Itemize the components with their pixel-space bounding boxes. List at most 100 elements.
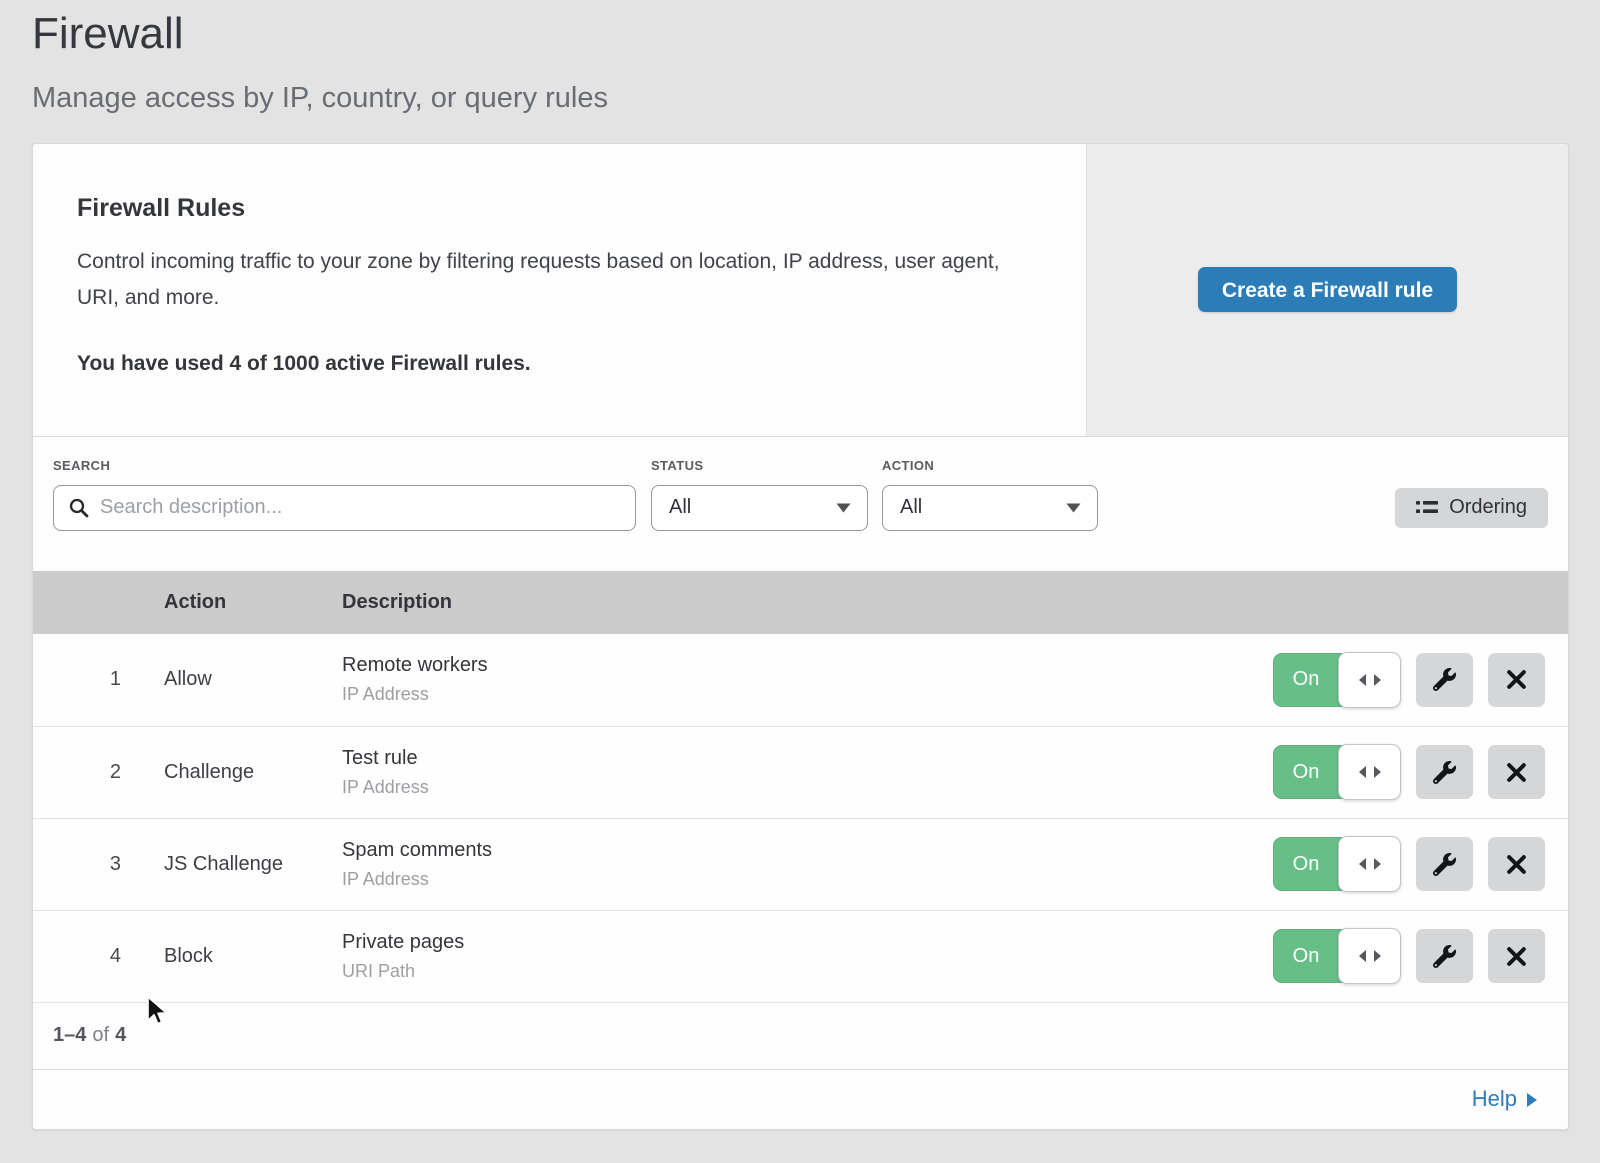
firewall-rules-card: Firewall Rules Control incoming traffic …	[32, 143, 1569, 1130]
rule-description: Private pages	[342, 931, 1248, 954]
table-row: 1 Allow Remote workers IP Address On	[33, 634, 1568, 726]
page-title: Firewall	[32, 8, 1570, 60]
search-filter-group: SEARCH	[53, 458, 636, 531]
rule-controls: On	[1248, 745, 1568, 799]
toggle-on-label: On	[1273, 837, 1339, 891]
search-label: SEARCH	[53, 458, 636, 473]
rule-action: Challenge	[164, 761, 342, 784]
toggle-on-label: On	[1273, 929, 1339, 983]
edit-rule-button[interactable]	[1416, 929, 1473, 983]
rule-priority: 4	[33, 945, 164, 968]
page-subtitle: Manage access by IP, country, or query r…	[32, 82, 1570, 115]
rule-action: JS Challenge	[164, 853, 342, 876]
rule-field: IP Address	[342, 684, 1248, 705]
toggle-arrows-icon	[1356, 949, 1384, 963]
rules-usage-count: You have used 4 of 1000 active Firewall …	[77, 352, 1026, 376]
rules-description: Control incoming traffic to your zone by…	[77, 244, 1022, 316]
rule-controls: On	[1248, 929, 1568, 983]
status-select[interactable]: All	[651, 485, 868, 531]
toggle-on-label: On	[1273, 653, 1339, 707]
rule-controls: On	[1248, 837, 1568, 891]
pagination-of: of	[92, 1024, 109, 1047]
rule-description: Spam comments	[342, 839, 1248, 862]
help-link-label: Help	[1472, 1086, 1517, 1112]
rule-description: Test rule	[342, 747, 1248, 770]
rule-description-cell: Test rule IP Address	[342, 747, 1248, 798]
rule-controls: On	[1248, 653, 1568, 707]
rule-action: Block	[164, 945, 342, 968]
create-firewall-rule-button[interactable]: Create a Firewall rule	[1198, 267, 1457, 312]
rule-description: Remote workers	[342, 654, 1248, 677]
create-rule-panel: Create a Firewall rule	[1086, 144, 1568, 436]
search-box	[53, 485, 636, 531]
rule-priority: 2	[33, 761, 164, 784]
pagination-range: 1–4	[53, 1024, 86, 1047]
description-column-header: Description	[342, 591, 1248, 614]
delete-rule-button[interactable]	[1488, 745, 1545, 799]
wrench-icon	[1433, 761, 1456, 784]
wrench-icon	[1433, 668, 1456, 691]
table-row: 2 Challenge Test rule IP Address On	[33, 726, 1568, 818]
table-row: 3 JS Challenge Spam comments IP Address …	[33, 818, 1568, 910]
rule-priority: 1	[33, 668, 164, 691]
rule-field: IP Address	[342, 777, 1248, 798]
card-footer: Help	[33, 1070, 1568, 1129]
toggle-arrows-icon	[1356, 857, 1384, 871]
ordered-list-icon	[1416, 499, 1438, 516]
rules-heading: Firewall Rules	[77, 194, 1026, 223]
edit-rule-button[interactable]	[1416, 837, 1473, 891]
chevron-down-icon	[836, 503, 851, 513]
firewall-page: Firewall Manage access by IP, country, o…	[0, 0, 1600, 1130]
toggle-handle	[1338, 836, 1401, 892]
rule-description-cell: Private pages URI Path	[342, 931, 1248, 982]
edit-rule-button[interactable]	[1416, 745, 1473, 799]
search-input[interactable]	[53, 485, 636, 531]
action-select[interactable]: All	[882, 485, 1098, 531]
toggle-arrows-icon	[1356, 765, 1384, 779]
chevron-down-icon	[1066, 503, 1081, 513]
status-select-value: All	[669, 496, 691, 519]
table-header: Action Description	[33, 571, 1568, 634]
delete-rule-button[interactable]	[1488, 837, 1545, 891]
filters-bar: SEARCH STATUS All	[33, 437, 1568, 571]
wrench-icon	[1433, 945, 1456, 968]
close-icon	[1506, 946, 1527, 967]
close-icon	[1506, 762, 1527, 783]
rule-description-cell: Remote workers IP Address	[342, 654, 1248, 705]
delete-rule-button[interactable]	[1488, 653, 1545, 707]
pagination-total: 4	[115, 1024, 126, 1047]
toggle-arrows-icon	[1356, 673, 1384, 687]
rule-priority: 3	[33, 853, 164, 876]
edit-rule-button[interactable]	[1416, 653, 1473, 707]
toggle-handle	[1338, 744, 1401, 800]
search-icon	[68, 497, 90, 519]
table-row: 4 Block Private pages URI Path On	[33, 910, 1568, 1002]
close-icon	[1506, 854, 1527, 875]
action-filter-group: ACTION All	[882, 458, 1098, 531]
status-filter-group: STATUS All	[651, 458, 868, 531]
status-label: STATUS	[651, 458, 868, 473]
close-icon	[1506, 669, 1527, 690]
help-arrow-icon	[1527, 1093, 1537, 1107]
pagination: 1–4 of 4	[33, 1002, 1568, 1070]
rule-toggle[interactable]: On	[1273, 653, 1401, 707]
ordering-group: Ordering	[1395, 488, 1548, 531]
ordering-button[interactable]: Ordering	[1395, 488, 1548, 528]
action-select-value: All	[900, 496, 922, 519]
delete-rule-button[interactable]	[1488, 929, 1545, 983]
help-link[interactable]: Help	[1472, 1086, 1537, 1112]
ordering-button-label: Ordering	[1449, 496, 1527, 519]
rules-overview-section: Firewall Rules Control incoming traffic …	[33, 144, 1568, 437]
toggle-handle	[1338, 928, 1401, 984]
rules-overview-text: Firewall Rules Control incoming traffic …	[33, 144, 1086, 436]
rule-toggle[interactable]: On	[1273, 837, 1401, 891]
rule-description-cell: Spam comments IP Address	[342, 839, 1248, 890]
rule-action: Allow	[164, 668, 342, 691]
toggle-on-label: On	[1273, 745, 1339, 799]
toggle-handle	[1338, 652, 1401, 708]
rule-field: IP Address	[342, 869, 1248, 890]
rule-toggle[interactable]: On	[1273, 929, 1401, 983]
rule-field: URI Path	[342, 961, 1248, 982]
wrench-icon	[1433, 853, 1456, 876]
rule-toggle[interactable]: On	[1273, 745, 1401, 799]
